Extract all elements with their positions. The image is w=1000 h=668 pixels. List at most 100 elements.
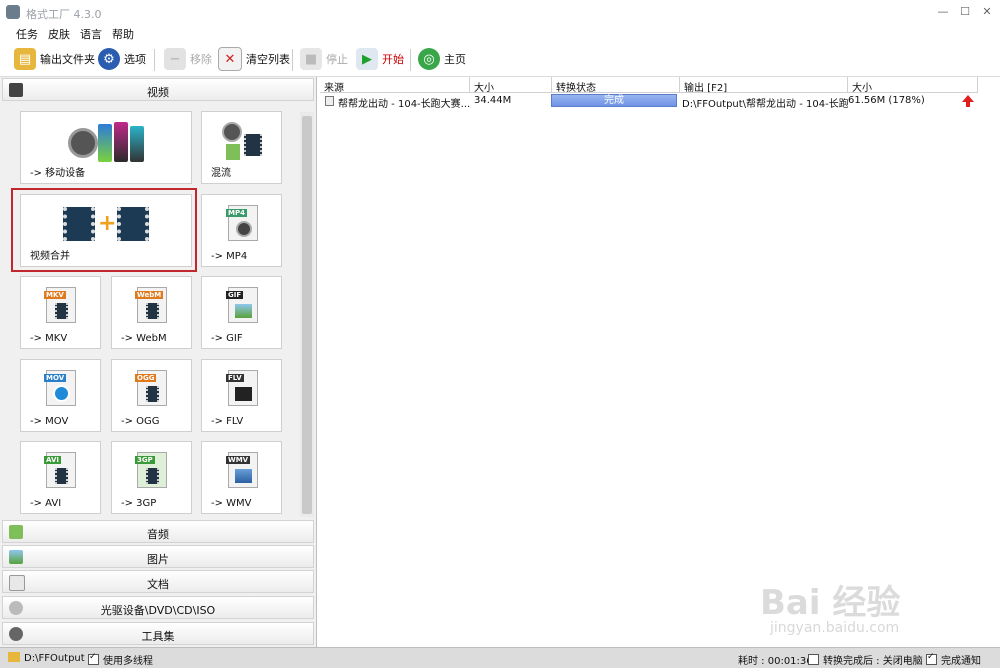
tile-gif[interactable]: GIF -> GIF	[201, 276, 282, 349]
tile-ogg-label: -> OGG	[121, 416, 160, 427]
tile-webm[interactable]: WebM -> WebM	[111, 276, 192, 349]
output-path-label: D:\FFOutput	[24, 653, 85, 664]
category-video[interactable]: 视频	[2, 78, 314, 101]
menu-language[interactable]: 语言	[80, 26, 102, 42]
file-icon	[325, 96, 334, 106]
avi-file-icon: AVI	[44, 452, 76, 488]
function-panel-scrollbar[interactable]	[300, 112, 314, 517]
tile-mobile-device[interactable]: -> 移动设备	[20, 111, 192, 184]
scrollbar-thumb[interactable]	[302, 116, 312, 514]
toolbar-separator	[154, 49, 155, 71]
category-document-label: 文档	[147, 578, 169, 591]
tile-avi-label: -> AVI	[30, 498, 62, 509]
remove-button[interactable]: − 移除	[164, 47, 212, 71]
3gp-file-icon: 3GP	[135, 452, 167, 488]
tile-mov-label: -> MOV	[30, 416, 69, 427]
wmv-tag: WMV	[226, 456, 251, 464]
multithread-checkbox[interactable]: 使用多线程	[88, 652, 153, 667]
clear-list-label: 清空列表	[246, 53, 290, 66]
maximize-button[interactable]: ☐	[954, 4, 976, 20]
checkbox-icon	[808, 654, 819, 665]
toolbar-separator	[292, 49, 293, 71]
column-output[interactable]: 输出 [F2]	[680, 77, 848, 94]
menu-skin[interactable]: 皮肤	[48, 26, 70, 42]
start-button[interactable]: ▶ 开始	[356, 47, 404, 71]
category-rom-device-label: 光驱设备\DVD\CD\ISO	[100, 604, 216, 617]
tile-wmv[interactable]: WMV -> WMV	[201, 441, 282, 514]
minimize-button[interactable]: —	[932, 4, 954, 20]
task-source: 帮帮龙出动 - 104-长跑大赛...	[338, 99, 470, 110]
options-button[interactable]: ⚙ 选项	[98, 47, 146, 71]
window-title: 格式工厂 4.3.0	[26, 8, 102, 21]
clear-list-icon: ✕	[218, 47, 242, 71]
stop-icon: ■	[300, 48, 322, 70]
remove-label: 移除	[190, 53, 212, 66]
tile-mkv[interactable]: MKV -> MKV	[20, 276, 101, 349]
close-button[interactable]: ✕	[976, 4, 998, 20]
webm-file-icon: WebM	[135, 287, 167, 323]
notify-checkbox[interactable]: 完成通知	[926, 652, 981, 667]
app-icon	[6, 5, 20, 19]
task-row[interactable]: 帮帮龙出动 - 104-长跑大赛... 34.44M 完成 D:\FFOutpu…	[320, 93, 1000, 110]
mix-icon	[221, 122, 262, 162]
stop-button[interactable]: ■ 停止	[300, 47, 348, 71]
shutdown-checkbox[interactable]: 转换完成后 : 关闭电脑	[808, 652, 923, 667]
tile-mp4-label: -> MP4	[211, 251, 248, 262]
category-picture[interactable]: 图片	[2, 545, 314, 568]
tile-wmv-label: -> WMV	[211, 498, 252, 509]
watermark-url: jingyan.baidu.com	[770, 620, 900, 636]
column-output-size[interactable]: 大小	[848, 77, 978, 94]
home-label: 主页	[444, 53, 466, 66]
category-document[interactable]: 文档	[2, 570, 314, 593]
checkbox-icon	[926, 652, 937, 665]
column-status[interactable]: 转换状态	[552, 77, 680, 94]
tile-mp4[interactable]: MP4 -> MP4	[201, 194, 282, 267]
category-tools[interactable]: 工具集	[2, 622, 314, 645]
column-size[interactable]: 大小	[470, 77, 552, 94]
tile-mobile-device-label: -> 移动设备	[30, 168, 86, 179]
mobile-device-icon	[68, 122, 144, 164]
options-label: 选项	[124, 53, 146, 66]
options-icon: ⚙	[98, 48, 120, 70]
category-audio[interactable]: 音频	[2, 520, 314, 543]
menu-bar: 任务 皮肤 语言 帮助	[0, 24, 1000, 42]
task-list: 来源 大小 转换状态 输出 [F2] 大小 帮帮龙出动 - 104-长跑大赛..…	[320, 77, 1000, 647]
task-output-size: 61.56M (178%)	[848, 95, 925, 106]
globe-icon: ◎	[418, 48, 440, 70]
flv-file-icon: FLV	[226, 370, 258, 406]
up-arrow-stem	[966, 102, 970, 107]
multithread-label: 使用多线程	[103, 656, 153, 667]
tile-3gp[interactable]: 3GP -> 3GP	[111, 441, 192, 514]
category-tools-label: 工具集	[141, 630, 175, 643]
mp4-file-icon: MP4	[226, 205, 258, 241]
tile-flv[interactable]: FLV -> FLV	[201, 359, 282, 432]
tile-mix[interactable]: 混流	[201, 111, 282, 184]
tile-avi[interactable]: AVI -> AVI	[20, 441, 101, 514]
menu-help[interactable]: 帮助	[112, 26, 134, 42]
mov-file-icon: MOV	[44, 370, 76, 406]
output-path-status[interactable]: D:\FFOutput	[8, 652, 85, 664]
ogg-file-icon: OGG	[135, 370, 167, 406]
checkbox-icon	[88, 652, 99, 665]
start-icon: ▶	[356, 48, 378, 70]
toolbar-separator	[410, 49, 411, 71]
wmv-file-icon: WMV	[226, 452, 258, 488]
category-video-label: 视频	[147, 86, 169, 99]
remove-icon: −	[164, 48, 186, 70]
category-picture-label: 图片	[147, 553, 169, 566]
tile-mov[interactable]: MOV -> MOV	[20, 359, 101, 432]
tile-ogg[interactable]: OGG -> OGG	[111, 359, 192, 432]
stop-label: 停止	[326, 53, 348, 66]
avi-tag: AVI	[44, 456, 61, 464]
menu-task[interactable]: 任务	[16, 26, 38, 42]
task-output-path: D:\FFOutput\帮帮龙出动 - 104-长跑...	[682, 99, 848, 110]
flv-tag: FLV	[226, 374, 244, 382]
home-button[interactable]: ◎ 主页	[418, 47, 466, 71]
clear-list-button[interactable]: ✕ 清空列表	[218, 47, 290, 71]
column-source[interactable]: 来源	[320, 77, 470, 94]
tile-gif-label: -> GIF	[211, 333, 243, 344]
output-folder-button[interactable]: ▤ 输出文件夹	[14, 47, 95, 71]
tile-webm-label: -> WebM	[121, 333, 167, 344]
category-rom-device[interactable]: 光驱设备\DVD\CD\ISO	[2, 596, 314, 619]
tile-flv-label: -> FLV	[211, 416, 244, 427]
